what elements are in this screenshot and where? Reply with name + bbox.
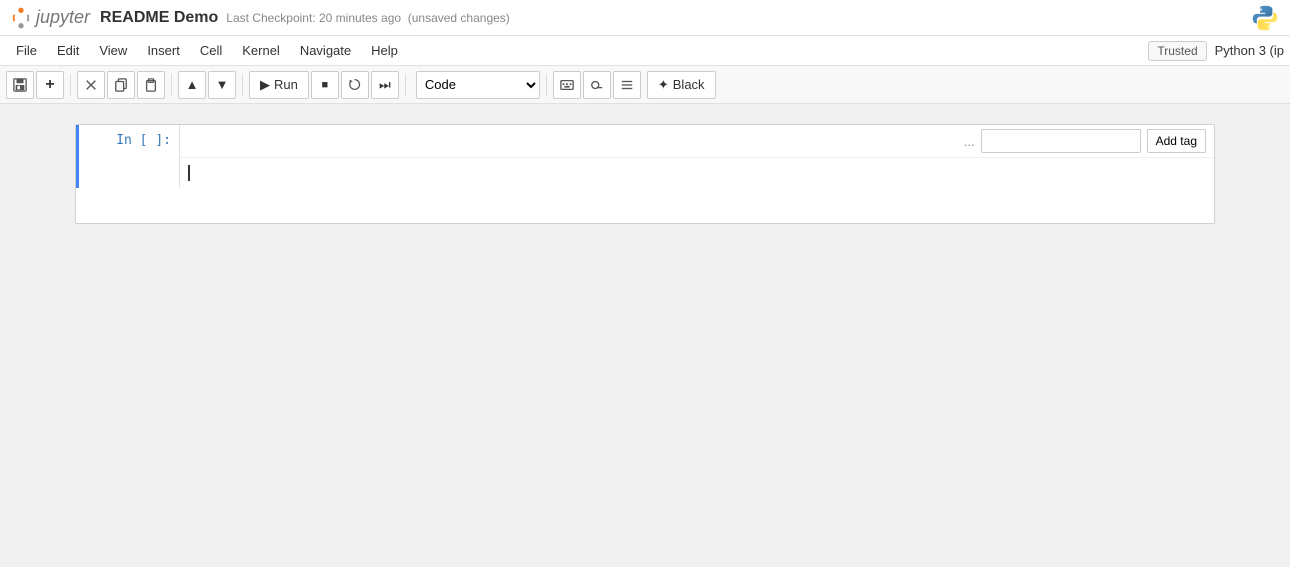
command-palette-icon [590,78,604,92]
paste-icon [144,78,158,92]
separator-3 [242,74,243,96]
run-label: Run [274,77,298,92]
restart-button[interactable] [341,71,369,99]
separator-2 [171,74,172,96]
move-down-button[interactable]: ▼ [208,71,236,99]
cell-editor[interactable] [180,158,1214,188]
save-button[interactable] [6,71,34,99]
cut-button[interactable] [77,71,105,99]
paste-button[interactable] [137,71,165,99]
cell-tag-ellipsis[interactable]: ... [964,134,975,149]
cursor [188,165,190,181]
separator-4 [405,74,406,96]
keyboard-icon [560,78,574,92]
main-content: In [ ]: ... Add tag [0,104,1290,244]
run-button[interactable]: ▶ Run [249,71,309,99]
jupyter-wordmark: jupyter [36,7,90,28]
tag-input[interactable] [981,129,1141,153]
python-logo [1250,3,1280,33]
cut-icon [84,78,98,92]
keyboard-button[interactable] [553,71,581,99]
add-cell-button[interactable]: + [36,71,64,99]
trusted-badge: Trusted [1148,41,1206,61]
toolbar: + ▲ ▼ ▶ Run ■ [0,66,1290,104]
menu-kernel[interactable]: Kernel [232,39,290,62]
black-button[interactable]: ✦ Black [647,71,716,99]
copy-button[interactable] [107,71,135,99]
menubar: File Edit View Insert Cell Kernel Naviga… [0,36,1290,66]
header: jupyter README Demo Last Checkpoint: 20 … [0,0,1290,36]
restart-icon [348,78,361,91]
menu-insert[interactable]: Insert [137,39,190,62]
menu-file[interactable]: File [6,39,47,62]
menu-edit[interactable]: Edit [47,39,89,62]
cell-tags-row: ... Add tag [180,125,1214,158]
jupyter-icon [10,7,32,29]
list-icon [620,78,634,92]
kernel-info: Python 3 (ip [1215,43,1284,58]
cell-prompt: In [ ]: [79,125,179,188]
menu-view[interactable]: View [89,39,137,62]
separator-5 [546,74,547,96]
menu-help[interactable]: Help [361,39,408,62]
jupyter-logo: jupyter [10,7,90,29]
cell-type-select[interactable]: Code Markdown Raw NBConvert Heading [416,71,540,99]
checkpoint-info: Last Checkpoint: 20 minutes ago (unsaved… [226,11,510,25]
notebook: In [ ]: ... Add tag [75,124,1215,224]
cell-content: ... Add tag [179,125,1214,188]
code-cell: In [ ]: ... Add tag [76,125,1214,188]
command-palette-button[interactable] [583,71,611,99]
move-up-button[interactable]: ▲ [178,71,206,99]
menu-navigate[interactable]: Navigate [290,39,361,62]
copy-icon [114,78,128,92]
menu-cell[interactable]: Cell [190,39,232,62]
stop-button[interactable]: ■ [311,71,339,99]
save-icon [13,78,27,92]
add-tag-button[interactable]: Add tag [1147,129,1206,153]
fastforward-button[interactable]: ⏭ [371,71,399,99]
separator-1 [70,74,71,96]
black-label: Black [673,77,705,92]
notebook-title: README Demo [100,9,218,27]
toggle-header-button[interactable] [613,71,641,99]
